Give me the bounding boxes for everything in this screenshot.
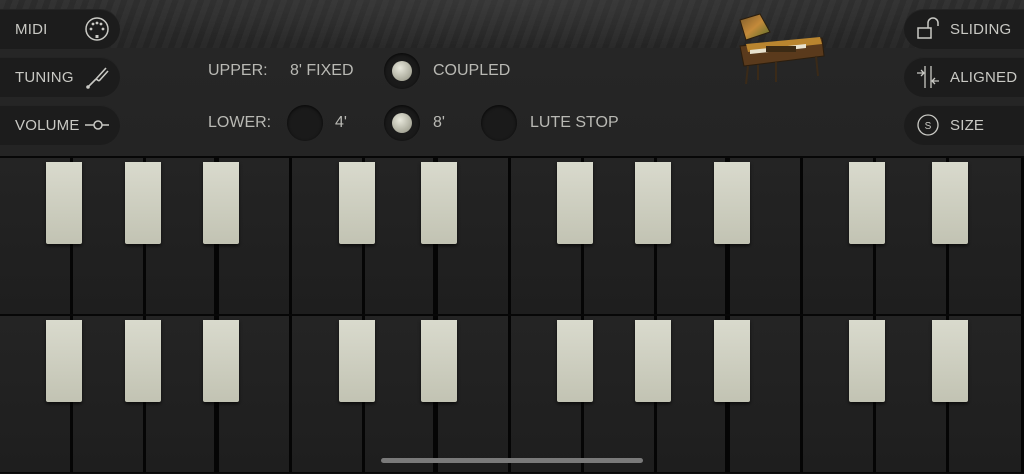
sharp-key[interactable] — [635, 320, 671, 402]
sharp-key[interactable] — [203, 320, 239, 402]
lower-8ft-toggle[interactable] — [384, 105, 420, 141]
sliding-label: SLIDING — [950, 20, 1012, 38]
harpsichord-image — [736, 10, 828, 90]
unlocked-padlock-icon — [916, 17, 940, 41]
sharp-key[interactable] — [849, 320, 885, 402]
tuning-button[interactable]: TUNING — [0, 57, 120, 97]
sharp-key[interactable] — [46, 320, 82, 402]
svg-text:S: S — [925, 121, 932, 132]
sharp-key[interactable] — [557, 162, 593, 244]
size-button[interactable]: S SIZE — [904, 105, 1024, 145]
lute-stop-toggle[interactable] — [481, 105, 517, 141]
tuning-label: TUNING — [15, 68, 74, 86]
midi-label: MIDI — [15, 20, 48, 38]
lute-stop-label: LUTE STOP — [530, 114, 619, 131]
align-arrows-icon — [916, 65, 940, 89]
volume-slider-icon — [84, 112, 110, 138]
sharp-key[interactable] — [714, 320, 750, 402]
volume-label: VOLUME — [15, 116, 80, 134]
harpsichord-keyboard — [0, 156, 1024, 473]
sharp-key[interactable] — [849, 162, 885, 244]
upper-register-value: 8' FIXED — [290, 62, 354, 79]
lower-4ft-label: 4' — [335, 114, 347, 131]
sharp-key[interactable] — [46, 162, 82, 244]
sharp-key[interactable] — [339, 320, 375, 402]
size-label: SIZE — [950, 116, 985, 134]
sharp-key[interactable] — [125, 320, 161, 402]
ornamental-header-border — [0, 0, 1024, 48]
sharp-key[interactable] — [421, 320, 457, 402]
tuning-fork-icon — [84, 64, 110, 90]
home-indicator[interactable] — [381, 458, 643, 463]
size-circle-s-icon: S — [916, 113, 940, 137]
lower-manual — [0, 316, 1024, 474]
lower-4ft-toggle[interactable] — [287, 105, 323, 141]
lower-manual-label: LOWER: — [208, 114, 272, 131]
sharp-key[interactable] — [714, 162, 750, 244]
sharp-key[interactable] — [932, 320, 968, 402]
midi-din-icon — [84, 16, 110, 42]
upper-manual-label: UPPER: — [208, 62, 268, 79]
sharp-key[interactable] — [339, 162, 375, 244]
sharp-key[interactable] — [557, 320, 593, 402]
lower-8ft-label: 8' — [433, 114, 445, 131]
coupled-toggle[interactable] — [384, 53, 420, 89]
sharp-key[interactable] — [125, 162, 161, 244]
upper-manual — [0, 158, 1024, 316]
sharp-key[interactable] — [635, 162, 671, 244]
sharp-key[interactable] — [203, 162, 239, 244]
coupled-label: COUPLED — [433, 62, 511, 79]
aligned-button[interactable]: ALIGNED — [904, 57, 1024, 97]
sharp-key[interactable] — [932, 162, 968, 244]
aligned-label: ALIGNED — [950, 68, 1018, 86]
sliding-button[interactable]: SLIDING — [904, 9, 1024, 49]
volume-button[interactable]: VOLUME — [0, 105, 120, 145]
sharp-key[interactable] — [421, 162, 457, 244]
midi-button[interactable]: MIDI — [0, 9, 120, 49]
